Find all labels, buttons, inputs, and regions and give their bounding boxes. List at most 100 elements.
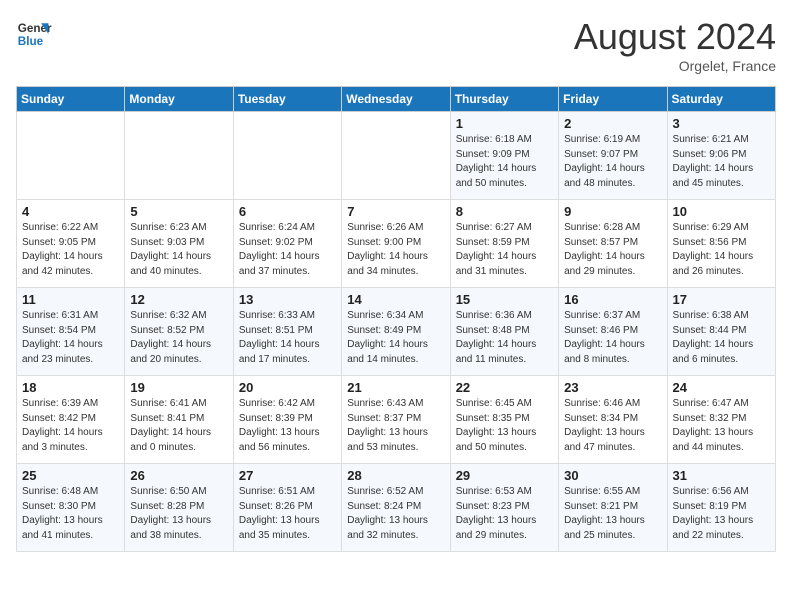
calendar-cell <box>342 112 450 200</box>
day-number: 31 <box>673 468 770 483</box>
day-info: Sunrise: 6:47 AM Sunset: 8:32 PM Dayligh… <box>673 397 770 455</box>
day-info: Sunrise: 6:39 AM Sunset: 8:42 PM Dayligh… <box>22 397 119 455</box>
calendar-cell: 23 Sunrise: 6:46 AM Sunset: 8:34 PM Dayli… <box>559 376 667 464</box>
calendar-cell: 15 Sunrise: 6:36 AM Sunset: 8:48 PM Dayli… <box>450 288 558 376</box>
day-number: 7 <box>347 204 444 219</box>
day-info: Sunrise: 6:55 AM Sunset: 8:21 PM Dayligh… <box>564 485 661 543</box>
day-number: 3 <box>673 116 770 131</box>
title-block: August 2024 Orgelet, France <box>574 16 776 74</box>
day-number: 27 <box>239 468 336 483</box>
day-info: Sunrise: 6:24 AM Sunset: 9:02 PM Dayligh… <box>239 221 336 279</box>
day-number: 17 <box>673 292 770 307</box>
day-number: 28 <box>347 468 444 483</box>
logo: General Blue <box>16 16 52 52</box>
calendar-cell: 19 Sunrise: 6:41 AM Sunset: 8:41 PM Dayli… <box>125 376 233 464</box>
day-info: Sunrise: 6:46 AM Sunset: 8:34 PM Dayligh… <box>564 397 661 455</box>
calendar-table: SundayMondayTuesdayWednesdayThursdayFrid… <box>16 86 776 552</box>
day-info: Sunrise: 6:48 AM Sunset: 8:30 PM Dayligh… <box>22 485 119 543</box>
calendar-cell <box>233 112 341 200</box>
day-number: 24 <box>673 380 770 395</box>
calendar-cell: 11 Sunrise: 6:31 AM Sunset: 8:54 PM Dayli… <box>17 288 125 376</box>
day-number: 14 <box>347 292 444 307</box>
day-info: Sunrise: 6:28 AM Sunset: 8:57 PM Dayligh… <box>564 221 661 279</box>
day-number: 22 <box>456 380 553 395</box>
month-title: August 2024 <box>574 16 776 58</box>
day-info: Sunrise: 6:41 AM Sunset: 8:41 PM Dayligh… <box>130 397 227 455</box>
calendar-cell: 10Sunrise: 6:29 AM Sunset: 8:56 PM Dayli… <box>667 200 775 288</box>
calendar-day-header: Sunday <box>17 87 125 112</box>
day-number: 1 <box>456 116 553 131</box>
calendar-cell: 27 Sunrise: 6:51 AM Sunset: 8:26 PM Dayli… <box>233 464 341 552</box>
calendar-cell: 28Sunrise: 6:52 AM Sunset: 8:24 PM Dayli… <box>342 464 450 552</box>
calendar-week-row: 25 Sunrise: 6:48 AM Sunset: 8:30 PM Dayli… <box>17 464 776 552</box>
calendar-cell: 1 Sunrise: 6:18 AM Sunset: 9:09 PM Daylig… <box>450 112 558 200</box>
day-number: 25 <box>22 468 119 483</box>
day-number: 18 <box>22 380 119 395</box>
day-number: 11 <box>22 292 119 307</box>
calendar-cell: 25 Sunrise: 6:48 AM Sunset: 8:30 PM Dayli… <box>17 464 125 552</box>
day-number: 10 <box>673 204 770 219</box>
calendar-cell: 20 Sunrise: 6:42 AM Sunset: 8:39 PM Dayli… <box>233 376 341 464</box>
day-info: Sunrise: 6:56 AM Sunset: 8:19 PM Dayligh… <box>673 485 770 543</box>
day-info: Sunrise: 6:21 AM Sunset: 9:06 PM Dayligh… <box>673 133 770 191</box>
calendar-week-row: 4Sunrise: 6:22 AM Sunset: 9:05 PM Daylig… <box>17 200 776 288</box>
day-info: Sunrise: 6:42 AM Sunset: 8:39 PM Dayligh… <box>239 397 336 455</box>
calendar-cell: 12 Sunrise: 6:32 AM Sunset: 8:52 PM Dayli… <box>125 288 233 376</box>
location: Orgelet, France <box>574 58 776 74</box>
day-info: Sunrise: 6:26 AM Sunset: 9:00 PM Dayligh… <box>347 221 444 279</box>
day-info: Sunrise: 6:32 AM Sunset: 8:52 PM Dayligh… <box>130 309 227 367</box>
calendar-cell: 6Sunrise: 6:24 AM Sunset: 9:02 PM Daylig… <box>233 200 341 288</box>
calendar-cell: 29Sunrise: 6:53 AM Sunset: 8:23 PM Dayli… <box>450 464 558 552</box>
calendar-day-header: Friday <box>559 87 667 112</box>
day-number: 20 <box>239 380 336 395</box>
day-info: Sunrise: 6:37 AM Sunset: 8:46 PM Dayligh… <box>564 309 661 367</box>
day-info: Sunrise: 6:34 AM Sunset: 8:49 PM Dayligh… <box>347 309 444 367</box>
day-info: Sunrise: 6:38 AM Sunset: 8:44 PM Dayligh… <box>673 309 770 367</box>
calendar-body: 1 Sunrise: 6:18 AM Sunset: 9:09 PM Daylig… <box>17 112 776 552</box>
day-info: Sunrise: 6:18 AM Sunset: 9:09 PM Dayligh… <box>456 133 553 191</box>
calendar-cell <box>17 112 125 200</box>
calendar-cell: 4Sunrise: 6:22 AM Sunset: 9:05 PM Daylig… <box>17 200 125 288</box>
day-number: 23 <box>564 380 661 395</box>
calendar-cell <box>125 112 233 200</box>
day-number: 29 <box>456 468 553 483</box>
day-number: 16 <box>564 292 661 307</box>
calendar-cell: 5Sunrise: 6:23 AM Sunset: 9:03 PM Daylig… <box>125 200 233 288</box>
day-number: 19 <box>130 380 227 395</box>
day-info: Sunrise: 6:22 AM Sunset: 9:05 PM Dayligh… <box>22 221 119 279</box>
calendar-cell: 9 Sunrise: 6:28 AM Sunset: 8:57 PM Daylig… <box>559 200 667 288</box>
calendar-day-header: Tuesday <box>233 87 341 112</box>
calendar-day-header: Monday <box>125 87 233 112</box>
day-info: Sunrise: 6:23 AM Sunset: 9:03 PM Dayligh… <box>130 221 227 279</box>
calendar-cell: 24 Sunrise: 6:47 AM Sunset: 8:32 PM Dayli… <box>667 376 775 464</box>
page-header: General Blue August 2024 Orgelet, France <box>16 16 776 74</box>
calendar-cell: 3 Sunrise: 6:21 AM Sunset: 9:06 PM Daylig… <box>667 112 775 200</box>
day-number: 9 <box>564 204 661 219</box>
day-number: 26 <box>130 468 227 483</box>
day-info: Sunrise: 6:45 AM Sunset: 8:35 PM Dayligh… <box>456 397 553 455</box>
svg-text:Blue: Blue <box>18 35 44 48</box>
day-number: 2 <box>564 116 661 131</box>
day-info: Sunrise: 6:27 AM Sunset: 8:59 PM Dayligh… <box>456 221 553 279</box>
calendar-cell: 13 Sunrise: 6:33 AM Sunset: 8:51 PM Dayli… <box>233 288 341 376</box>
calendar-cell: 7 Sunrise: 6:26 AM Sunset: 9:00 PM Daylig… <box>342 200 450 288</box>
day-number: 15 <box>456 292 553 307</box>
day-info: Sunrise: 6:31 AM Sunset: 8:54 PM Dayligh… <box>22 309 119 367</box>
day-info: Sunrise: 6:50 AM Sunset: 8:28 PM Dayligh… <box>130 485 227 543</box>
day-info: Sunrise: 6:43 AM Sunset: 8:37 PM Dayligh… <box>347 397 444 455</box>
day-number: 12 <box>130 292 227 307</box>
calendar-cell: 16 Sunrise: 6:37 AM Sunset: 8:46 PM Dayli… <box>559 288 667 376</box>
day-info: Sunrise: 6:51 AM Sunset: 8:26 PM Dayligh… <box>239 485 336 543</box>
day-number: 13 <box>239 292 336 307</box>
day-info: Sunrise: 6:36 AM Sunset: 8:48 PM Dayligh… <box>456 309 553 367</box>
calendar-cell: 14 Sunrise: 6:34 AM Sunset: 8:49 PM Dayli… <box>342 288 450 376</box>
calendar-day-header: Saturday <box>667 87 775 112</box>
day-info: Sunrise: 6:33 AM Sunset: 8:51 PM Dayligh… <box>239 309 336 367</box>
day-info: Sunrise: 6:19 AM Sunset: 9:07 PM Dayligh… <box>564 133 661 191</box>
calendar-cell: 21 Sunrise: 6:43 AM Sunset: 8:37 PM Dayli… <box>342 376 450 464</box>
calendar-cell: 31 Sunrise: 6:56 AM Sunset: 8:19 PM Dayli… <box>667 464 775 552</box>
day-number: 30 <box>564 468 661 483</box>
calendar-cell: 17 Sunrise: 6:38 AM Sunset: 8:44 PM Dayli… <box>667 288 775 376</box>
day-number: 21 <box>347 380 444 395</box>
calendar-cell: 2 Sunrise: 6:19 AM Sunset: 9:07 PM Daylig… <box>559 112 667 200</box>
